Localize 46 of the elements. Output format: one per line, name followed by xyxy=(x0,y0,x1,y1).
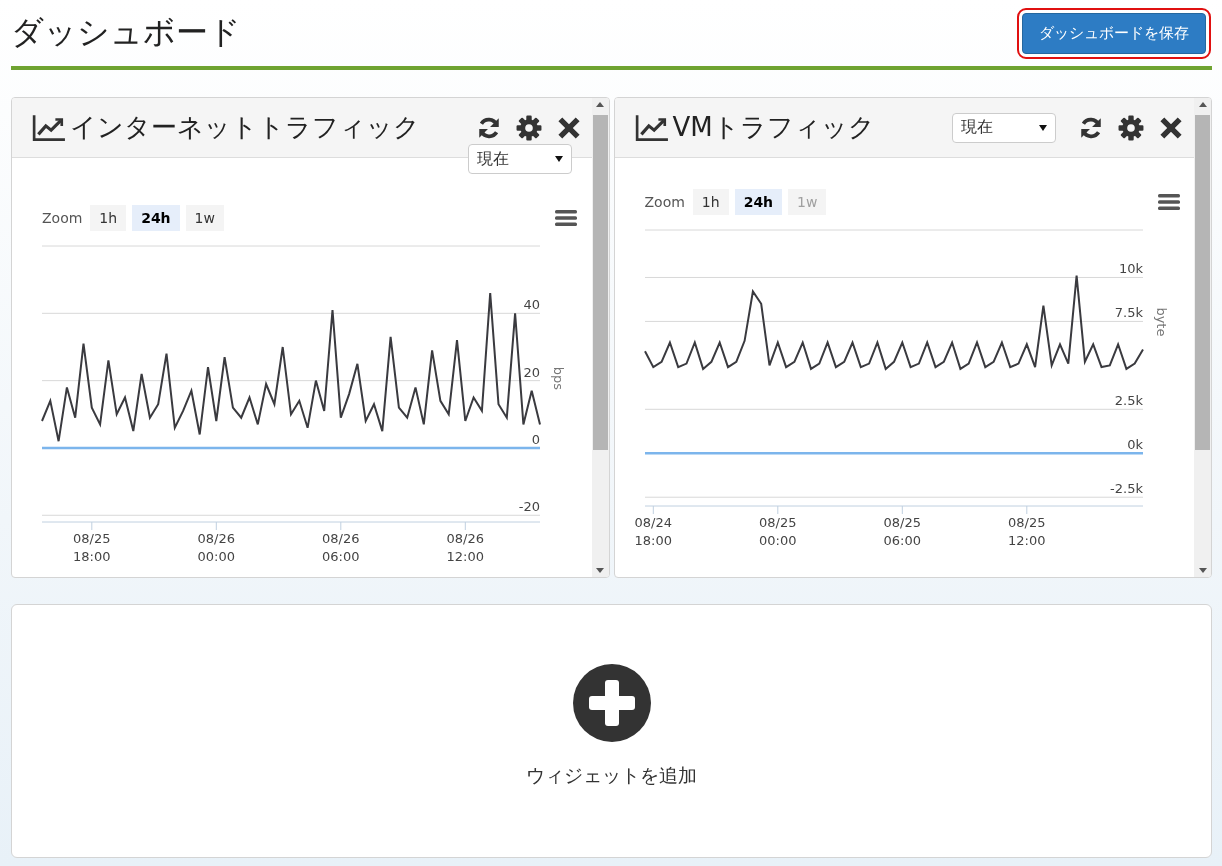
y-tick-label: 2.5k xyxy=(1114,393,1143,409)
y-tick-label: 0 xyxy=(531,431,540,447)
y-axis-title: bps xyxy=(551,366,566,390)
y-tick-label: 10k xyxy=(1118,261,1143,277)
caret-icon xyxy=(554,156,563,162)
zoom-label: Zoom xyxy=(42,209,83,226)
scroll-up-icon[interactable] xyxy=(1198,102,1207,107)
x-tick-label: 08/25 00:00 xyxy=(758,515,797,548)
zoom-range-button[interactable]: 1h xyxy=(692,188,729,215)
menu-icon[interactable] xyxy=(1157,192,1180,211)
menu-icon[interactable] xyxy=(555,208,577,227)
x-tick-label: 08/24 18:00 xyxy=(634,515,672,548)
y-axis-title: byte xyxy=(1153,307,1169,337)
y-tick-label: 40 xyxy=(523,297,540,313)
y-tick-label: 20 xyxy=(523,364,540,380)
widget-title: VMトラフィック xyxy=(672,111,875,144)
y-tick-label: -2.5k xyxy=(1109,481,1143,497)
scroll-down-icon[interactable] xyxy=(1198,568,1207,573)
zoom-label: Zoom xyxy=(644,193,685,210)
y-tick-label: 0k xyxy=(1126,437,1143,453)
x-tick-label: 08/26 12:00 xyxy=(446,531,485,564)
line-chart-icon xyxy=(634,113,669,142)
scroll-down-icon[interactable] xyxy=(596,568,604,573)
period-select[interactable]: 現在 xyxy=(467,144,572,174)
y-tick-label: 7.5k xyxy=(1114,305,1143,321)
settings-icon[interactable] xyxy=(1118,114,1144,141)
period-select[interactable]: 現在 xyxy=(952,112,1056,143)
scroll-up-icon[interactable] xyxy=(596,102,604,107)
page-title: ダッシュボード xyxy=(11,12,241,53)
x-tick-label: 08/25 06:00 xyxy=(883,515,921,548)
x-tick-label: 08/25 12:00 xyxy=(1007,515,1046,548)
zoom-range-button[interactable]: 1h xyxy=(90,204,127,231)
x-tick-label: 08/26 00:00 xyxy=(197,531,236,564)
y-tick-label: -20 xyxy=(518,499,540,515)
x-tick-label: 08/25 18:00 xyxy=(73,531,111,564)
zoom-range-button[interactable]: 1w xyxy=(185,204,224,231)
add-widget-label[interactable]: ウィジェットを追加 xyxy=(526,763,697,789)
x-tick-label: 08/26 06:00 xyxy=(322,531,360,564)
scrollbar[interactable] xyxy=(591,98,609,577)
zoom-range-button[interactable]: 24h xyxy=(734,188,783,215)
widget-title: インターネットトラフィック xyxy=(70,111,420,144)
zoom-range-button[interactable]: 24h xyxy=(132,204,180,231)
line-chart-icon xyxy=(32,113,66,142)
scrollbar[interactable] xyxy=(1194,98,1211,577)
caret-icon xyxy=(1039,124,1047,131)
add-icon[interactable] xyxy=(571,663,652,743)
